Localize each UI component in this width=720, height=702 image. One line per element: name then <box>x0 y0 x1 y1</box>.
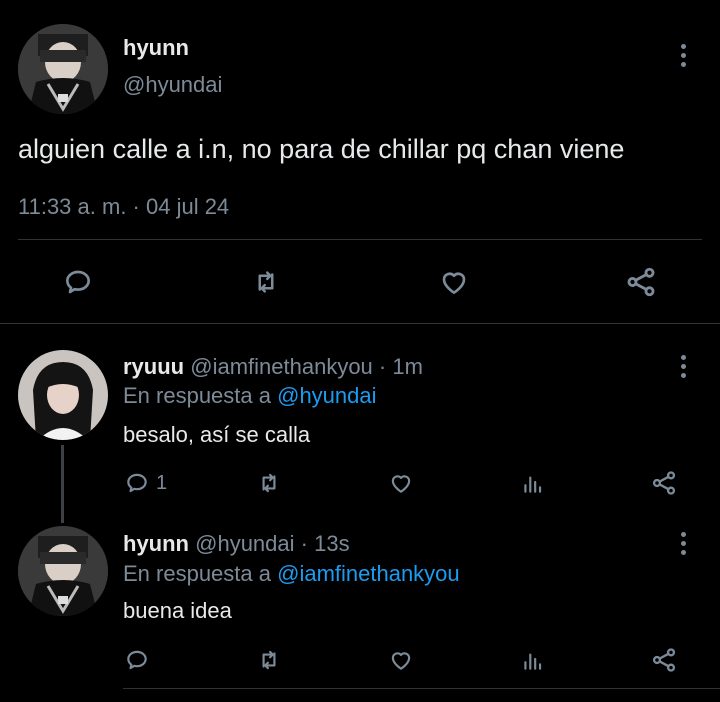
analytics-icon[interactable] <box>518 645 548 675</box>
reply-icon[interactable] <box>123 645 151 675</box>
reply-header: ryuuu @iamfinethankyou · 1m <box>123 354 423 380</box>
reply-handle[interactable]: @iamfinethankyou <box>190 354 373 379</box>
reply-header: hyunn @hyundai · 13s <box>123 531 350 557</box>
section-divider <box>0 323 720 324</box>
reply-avatar[interactable] <box>18 350 108 440</box>
like-icon[interactable] <box>386 468 416 498</box>
reply-display-name[interactable]: ryuuu <box>123 354 184 379</box>
main-tweet-handle[interactable]: @hyundai <box>123 72 222 98</box>
like-icon[interactable] <box>386 645 416 675</box>
more-options-icon[interactable] <box>678 532 688 555</box>
main-tweet-text: alguien calle a i.n, no para de chillar … <box>18 134 625 164</box>
reply-avatar[interactable] <box>18 526 108 616</box>
reply-to-mention[interactable]: @hyundai <box>277 383 376 408</box>
reply-context: En respuesta a @iamfinethankyou <box>123 561 460 587</box>
reply-prefix: En respuesta a <box>123 561 271 586</box>
retweet-icon[interactable] <box>246 264 286 300</box>
reply-icon[interactable] <box>123 468 151 498</box>
thread-line <box>61 445 64 523</box>
main-tweet-timestamp: 11:33 a. m. · 04 jul 24 <box>18 194 230 219</box>
reply-time: · 1m <box>378 354 423 379</box>
retweet-icon[interactable] <box>252 645 286 675</box>
reply-handle[interactable]: @hyundai <box>195 531 294 556</box>
bottom-divider <box>123 688 720 689</box>
more-options-icon[interactable] <box>678 355 688 378</box>
main-tweet-avatar[interactable] <box>18 24 108 114</box>
main-tweet-display-name[interactable]: hyunn <box>123 35 189 61</box>
reply-to-mention[interactable]: @iamfinethankyou <box>277 561 460 586</box>
main-tweet-divider <box>18 239 702 240</box>
share-icon[interactable] <box>622 264 660 300</box>
like-icon[interactable] <box>435 264 473 300</box>
reply-text: besalo, así se calla <box>123 422 311 447</box>
more-options-icon[interactable] <box>678 44 688 67</box>
reply-icon[interactable] <box>60 264 96 300</box>
share-icon[interactable] <box>649 468 679 498</box>
analytics-icon[interactable] <box>518 468 548 498</box>
reply-prefix: En respuesta a <box>123 383 271 408</box>
retweet-icon[interactable] <box>252 468 286 498</box>
reply-time: · 13s <box>300 531 350 556</box>
reply-text: buena idea <box>123 598 232 623</box>
reply-context: En respuesta a @hyundai <box>123 383 377 409</box>
reply-display-name[interactable]: hyunn <box>123 531 189 556</box>
reply-count: 1 <box>156 472 168 494</box>
share-icon[interactable] <box>649 645 679 675</box>
